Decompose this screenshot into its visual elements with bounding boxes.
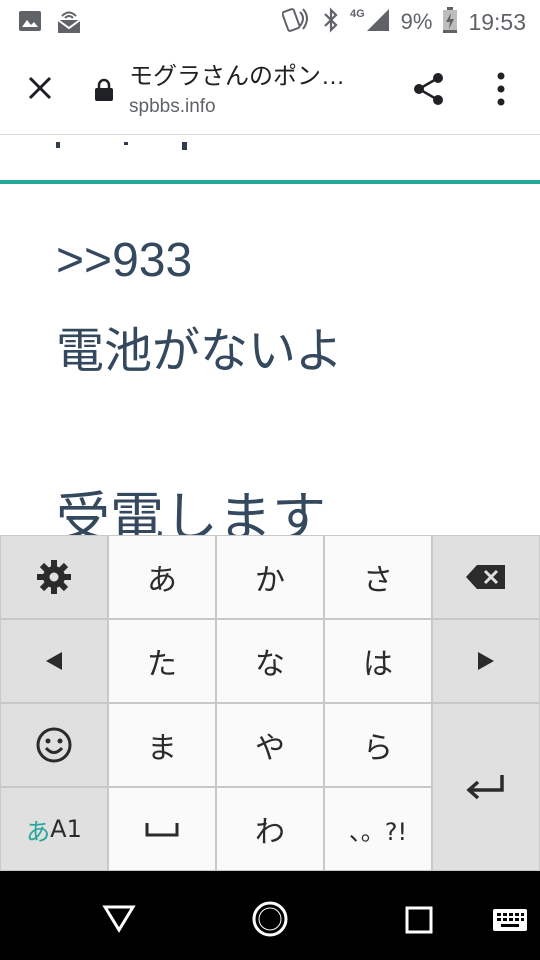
kana-key[interactable]: あ — [108, 535, 216, 619]
mode-alpha-label: A1 — [50, 815, 82, 843]
kana-key[interactable]: た — [108, 619, 216, 703]
share-icon — [414, 73, 443, 105]
gear-icon — [37, 560, 71, 594]
nfc-icon — [281, 6, 312, 38]
signal-icon — [365, 7, 391, 37]
emoji-key[interactable] — [0, 703, 108, 787]
kana-key[interactable]: は — [324, 619, 432, 703]
gallery-icon — [18, 9, 42, 37]
battery-percent: 9% — [400, 9, 433, 34]
backspace-key[interactable] — [432, 535, 540, 619]
settings-key[interactable] — [0, 535, 108, 619]
clock: 19:53 — [468, 8, 526, 35]
recents-square-icon — [405, 906, 433, 934]
status-bar: 4G 9% 19:53 — [0, 0, 540, 42]
page-url[interactable]: spbbs.info — [129, 96, 216, 118]
cursor-right-key[interactable] — [432, 619, 540, 703]
kana-key[interactable]: わ — [216, 787, 324, 871]
battery-charging-icon — [442, 6, 458, 38]
kana-key[interactable]: ま — [108, 703, 216, 787]
page-title[interactable]: モグラさんのポン… — [129, 56, 379, 91]
enter-icon — [466, 775, 504, 800]
kana-key[interactable]: や — [216, 703, 324, 787]
space-key[interactable] — [108, 787, 216, 871]
back-triangle-icon — [102, 905, 136, 933]
backspace-icon — [466, 565, 505, 589]
mode-kana-label: あ — [26, 817, 51, 846]
cast-envelope-icon — [56, 8, 82, 38]
input-mode-key[interactable]: あ A1 — [0, 787, 108, 871]
smiley-icon — [36, 727, 72, 763]
system-nav-bar — [0, 871, 540, 960]
kana-key[interactable]: ら — [324, 703, 432, 787]
recents-button[interactable] — [404, 905, 434, 939]
lock-icon — [94, 78, 114, 102]
network-type: 4G — [349, 8, 365, 20]
back-button[interactable] — [102, 903, 136, 937]
kana-key[interactable]: な — [216, 619, 324, 703]
kana-key[interactable]: さ — [324, 535, 432, 619]
close-button[interactable] — [22, 70, 58, 106]
space-icon — [145, 823, 179, 837]
triangle-right-icon — [478, 652, 494, 670]
bluetooth-icon — [322, 7, 340, 37]
post-text-line: 電池がないよ — [56, 323, 344, 379]
clipped-text-fragment — [50, 135, 200, 158]
kana-key[interactable]: か — [216, 535, 324, 619]
browser-toolbar: モグラさんのポン… spbbs.info — [0, 42, 540, 135]
keyboard-switch-button[interactable] — [492, 908, 528, 936]
reply-anchor-link[interactable]: >>933 — [56, 233, 192, 288]
cursor-left-key[interactable] — [0, 619, 108, 703]
post-text-line: 受電します — [56, 486, 326, 535]
keyboard-icon — [493, 909, 527, 931]
punctuation-key[interactable]: 、。?! — [324, 787, 432, 871]
share-button[interactable] — [410, 70, 448, 108]
enter-key[interactable] — [432, 703, 540, 871]
triangle-left-icon — [46, 652, 62, 670]
more-vert-icon — [497, 72, 505, 106]
page-content[interactable]: >>933 電池がないよ 受電します — [0, 135, 540, 535]
close-icon — [28, 76, 52, 100]
home-circle-icon — [252, 901, 288, 937]
flick-keyboard: あ A1 あ か さ た な は ま や ら わ 、。?! — [0, 535, 540, 871]
more-menu-button[interactable] — [490, 70, 512, 108]
home-button[interactable] — [250, 899, 290, 943]
post-divider — [0, 180, 540, 184]
